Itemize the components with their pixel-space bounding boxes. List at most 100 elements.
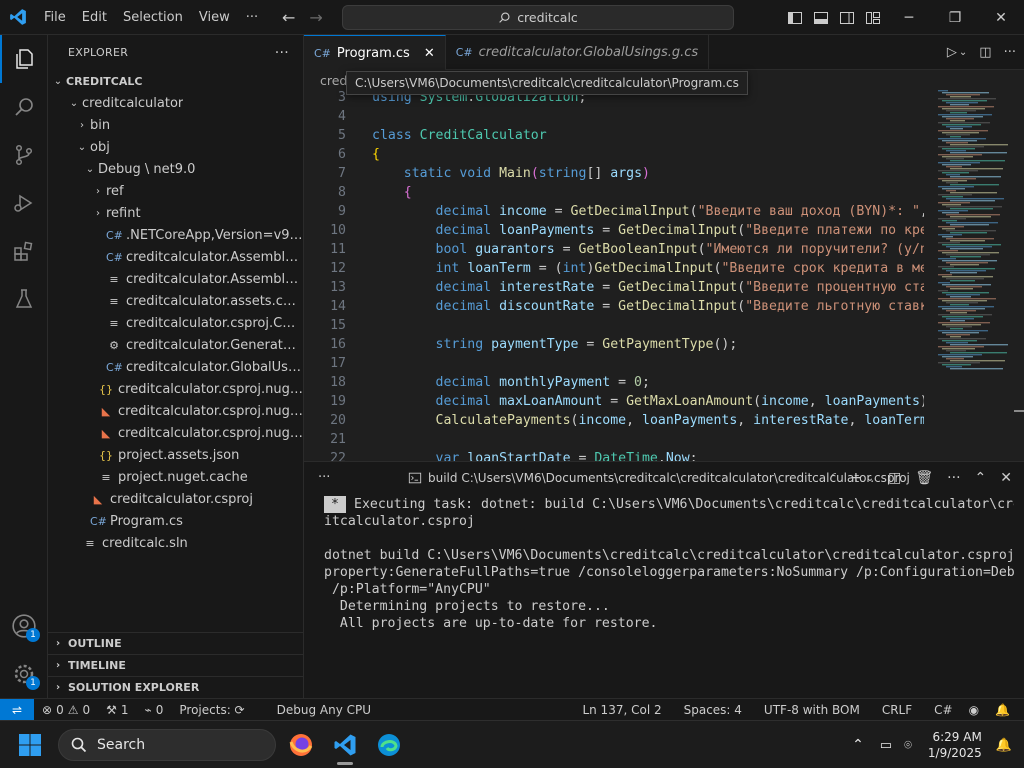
toggle-secondary-sidebar-icon[interactable]	[834, 0, 860, 35]
maximize-panel-icon[interactable]: ⌃	[975, 470, 987, 486]
outline-section[interactable]: › OUTLINE	[48, 632, 303, 654]
menu-view[interactable]: View	[191, 0, 238, 35]
code-line[interactable]: 12 int loanTerm = (int)GetDecimalInput("…	[304, 259, 924, 278]
code-line[interactable]: 21	[304, 430, 924, 449]
code-line[interactable]: 4	[304, 107, 924, 126]
testing-flask-icon[interactable]	[0, 275, 48, 323]
tree-item[interactable]: ≡ creditcalculator.csproj.CoreCom...	[48, 312, 303, 334]
close-window-icon[interactable]: ✕	[978, 0, 1024, 35]
tree-item[interactable]: ⌄ creditcalculator	[48, 92, 303, 114]
toggle-sidebar-icon[interactable]	[782, 0, 808, 35]
code-line[interactable]: 7 static void Main(string[] args)	[304, 164, 924, 183]
tree-item[interactable]: ⌄ Debug \ net9.0	[48, 158, 303, 180]
code-line[interactable]: 22 var loanStartDate = DateTime.Now;	[304, 449, 924, 461]
vscode-taskbar-icon[interactable]	[325, 729, 365, 765]
tree-item[interactable]: ⚙ creditcalculator.GeneratedMSBui...	[48, 334, 303, 356]
code-line[interactable]: 5 class CreditCalculator	[304, 126, 924, 145]
manage-gear-icon[interactable]: 1	[0, 650, 48, 698]
toggle-panel-icon[interactable]	[808, 0, 834, 35]
eol-status[interactable]: CRLF	[874, 703, 920, 717]
menu-selection[interactable]: Selection	[115, 0, 191, 35]
tree-item[interactable]: ◣ creditcalculator.csproj.nuget.g.pro...	[48, 400, 303, 422]
run-debug-icon[interactable]	[0, 179, 48, 227]
command-center-search[interactable]: creditcalc	[342, 5, 734, 30]
tree-item[interactable]: ≡ creditcalc.sln	[48, 532, 303, 554]
clock[interactable]: 6:29 AM 1/9/2025	[918, 729, 992, 761]
code-line[interactable]: 14 decimal discountRate = GetDecimalInpu…	[304, 297, 924, 316]
tree-item[interactable]: {} creditcalculator.csproj.nuget.dgsp...	[48, 378, 303, 400]
tree-item[interactable]: ≡ creditcalculator.assets.cache	[48, 290, 303, 312]
tree-item[interactable]: › bin	[48, 114, 303, 136]
menu-file[interactable]: File	[36, 0, 74, 35]
editor-more-icon[interactable]: ···	[1004, 45, 1016, 60]
minimize-icon[interactable]: ─	[886, 0, 932, 35]
code-editor[interactable]: 3 using System.Globalization; 4 5 class Cred…	[304, 88, 924, 461]
minimap[interactable]	[938, 88, 1010, 388]
tree-item[interactable]: C#creditcalculator.AssemblyInfo.cs	[48, 246, 303, 268]
notifications-bell-icon[interactable]: 🔔	[987, 703, 1018, 717]
ports-status[interactable]: ⌁ 0	[137, 703, 172, 717]
run-dropdown-chevron-icon[interactable]: ⌄	[959, 47, 967, 58]
code-line[interactable]: 19 decimal maxLoanAmount = GetMaxLoanAmo…	[304, 392, 924, 411]
edge-icon[interactable]	[369, 729, 409, 761]
close-tab-icon[interactable]: ✕	[424, 46, 435, 61]
tree-item[interactable]: C# Program.cs	[48, 510, 303, 532]
code-line[interactable]: 16 string paymentType = GetPaymentType()…	[304, 335, 924, 354]
windows-start-icon[interactable]	[18, 733, 42, 761]
tree-item[interactable]: ≡ project.nuget.cache	[48, 466, 303, 488]
split-editor-icon[interactable]: ◫	[979, 45, 991, 60]
code-line[interactable]: 13 decimal interestRate = GetDecimalInpu…	[304, 278, 924, 297]
kill-terminal-trash-icon[interactable]: 🗑	[915, 470, 933, 486]
tree-item[interactable]: ≡ creditcalculator.AssemblyInfoInp...	[48, 268, 303, 290]
tree-item[interactable]: ◣ creditcalculator.csproj.nuget.g.tar...	[48, 422, 303, 444]
code-line[interactable]: 8 {	[304, 183, 924, 202]
tree-item[interactable]: C#.NETCoreApp,Version=v9.0.Asse...	[48, 224, 303, 246]
network-icon[interactable]: ⌾	[898, 738, 918, 753]
timeline-section[interactable]: › TIMELINE	[48, 654, 303, 676]
restore-icon[interactable]: ❐	[932, 0, 978, 35]
code-line[interactable]: 18 decimal monthlyPayment = 0;	[304, 373, 924, 392]
code-line[interactable]: 9 decimal income = GetDecimalInput("Введ…	[304, 202, 924, 221]
language-mode[interactable]: C#	[926, 703, 960, 717]
code-line[interactable]: 20 CalculatePayments(income, loanPayment…	[304, 411, 924, 430]
accounts-icon[interactable]: 1	[0, 602, 48, 650]
code-line[interactable]: 11 bool guarantors = GetBooleanInput("Им…	[304, 240, 924, 259]
run-play-icon[interactable]: ▷	[947, 45, 957, 60]
tree-item[interactable]: {} project.assets.json	[48, 444, 303, 466]
tab-globalusings[interactable]: C# creditcalculator.GlobalUsings.g.cs	[446, 35, 710, 70]
problems-status[interactable]: ⊗ 0 ⚠ 0	[34, 703, 98, 717]
back-arrow-icon[interactable]: ←	[282, 8, 295, 27]
terminal-output[interactable]: * Executing task: dotnet: build C:\Users\…	[324, 494, 1014, 632]
indentation-status[interactable]: Spaces: 4	[676, 703, 750, 717]
cursor-position[interactable]: Ln 137, Col 2	[574, 703, 669, 717]
split-terminal-icon[interactable]: ◫	[888, 470, 901, 486]
tray-chevron-up-icon[interactable]: ⌃	[842, 737, 874, 753]
explorer-more-icon[interactable]: ···	[275, 45, 289, 61]
customize-layout-icon[interactable]	[860, 0, 886, 35]
close-panel-icon[interactable]: ✕	[1000, 470, 1012, 486]
code-line[interactable]: 15	[304, 316, 924, 335]
source-control-icon[interactable]	[0, 131, 48, 179]
build-config-status[interactable]: Debug Any CPU	[269, 703, 379, 717]
code-line[interactable]: 6{	[304, 145, 924, 164]
display-icon[interactable]: ▭	[874, 738, 898, 753]
menu-edit[interactable]: Edit	[74, 0, 115, 35]
new-terminal-icon[interactable]: +	[850, 470, 862, 486]
code-line[interactable]: 17	[304, 354, 924, 373]
taskbar-search-box[interactable]: Search	[58, 729, 276, 761]
tree-item[interactable]: › refint	[48, 202, 303, 224]
copilot-icon[interactable]: ◉	[961, 703, 987, 717]
extensions-icon[interactable]	[0, 227, 48, 275]
tree-item[interactable]: C#creditcalculator.GlobalUsings.g.cs	[48, 356, 303, 378]
code-line[interactable]: 10 decimal loanPayments = GetDecimalInpu…	[304, 221, 924, 240]
forward-arrow-icon[interactable]: →	[309, 8, 322, 27]
search-view-icon[interactable]	[0, 83, 48, 131]
terminal-more-icon[interactable]: ···	[947, 470, 960, 486]
remote-indicator-icon[interactable]: ⇌	[0, 698, 34, 721]
editor-vertical-scrollbar[interactable]	[1010, 88, 1024, 461]
panel-more-icon[interactable]: ···	[318, 470, 330, 485]
tools-status[interactable]: ⚒ 1	[98, 703, 136, 717]
explorer-icon[interactable]	[0, 35, 48, 83]
notification-bell-icon[interactable]: 🔔	[992, 738, 1024, 753]
tree-item[interactable]: ⌄ obj	[48, 136, 303, 158]
